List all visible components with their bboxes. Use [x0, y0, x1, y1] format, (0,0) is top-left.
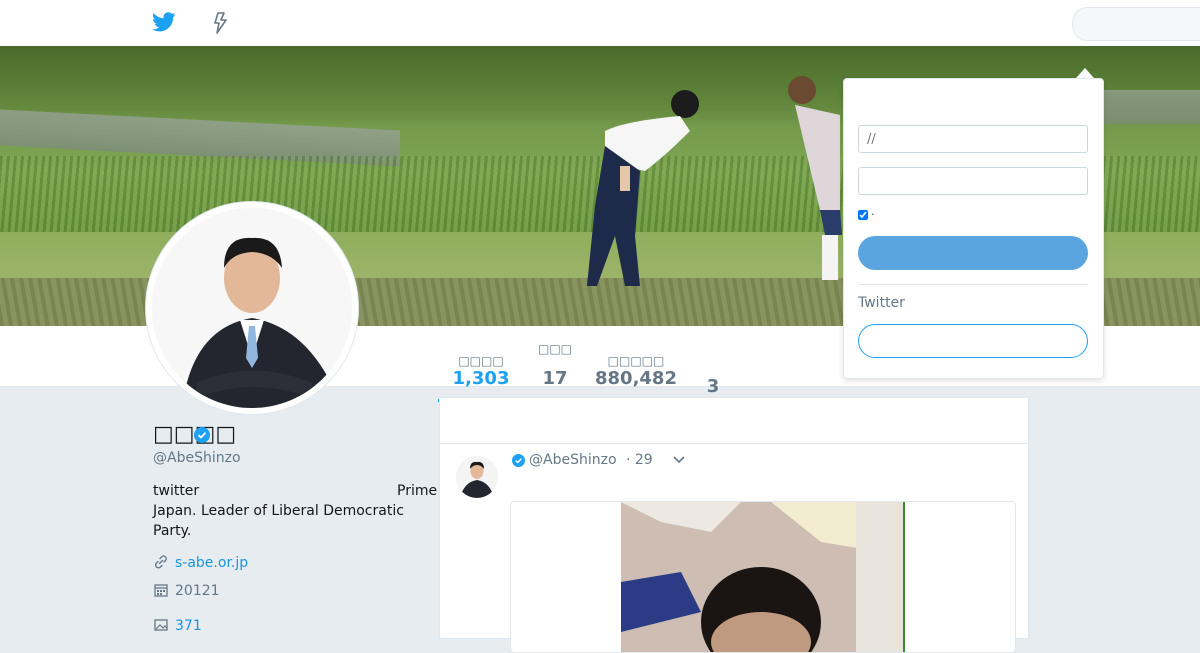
- tweet-timestamp[interactable]: · 29: [626, 452, 653, 468]
- twitter-bird-icon[interactable]: [152, 12, 176, 34]
- username-field[interactable]: [858, 125, 1088, 153]
- bio-rest: Japan. Leader of Liberal Democratic Part…: [153, 503, 404, 539]
- login-dropdown: · Twitter: [843, 78, 1104, 379]
- search-input[interactable]: [1072, 7, 1200, 41]
- stat-following[interactable]: □□□ 17: [530, 342, 580, 389]
- avatar-portrait: [152, 208, 352, 408]
- stat-tweets[interactable]: □□□□ 1,303: [448, 354, 514, 389]
- stat-likes[interactable]: 3: [700, 376, 726, 397]
- stat-label: □□□□: [458, 354, 504, 368]
- stat-label: □□□: [537, 342, 572, 356]
- link-icon: [154, 555, 167, 569]
- tweet-author-handle[interactable]: @AbeShinzo: [529, 452, 617, 468]
- profile-media: 371: [153, 617, 202, 634]
- profile-website: s-abe.or.jp: [153, 554, 248, 571]
- top-navigation-bar: [0, 0, 1200, 47]
- calendar-icon: [154, 584, 168, 597]
- tweet-author-avatar[interactable]: [456, 456, 498, 498]
- profile-bio: twitter Prime Japan. Leader of Liberal D…: [153, 481, 439, 541]
- verified-badge-icon: [512, 454, 525, 467]
- lightning-icon[interactable]: [210, 11, 230, 35]
- remember-me[interactable]: ·: [858, 210, 874, 221]
- timeline-header: [440, 398, 1028, 444]
- remember-me-label: ·: [871, 210, 875, 221]
- photo-icon: [154, 619, 168, 631]
- banner-person-bowing-2: [788, 76, 842, 280]
- tweet-timeline: @AbeShinzo · 29: [439, 397, 1029, 653]
- profile-avatar[interactable]: [146, 202, 358, 414]
- joined-date: 20121: [175, 583, 220, 599]
- new-to-twitter-text: Twitter: [858, 295, 905, 311]
- stat-value: 3: [706, 376, 720, 397]
- website-link[interactable]: s-abe.or.jp: [175, 555, 248, 571]
- media-count-link[interactable]: 371: [175, 618, 202, 634]
- stat-label: □□□□□: [607, 354, 665, 368]
- bio-first-line-end: Prime: [397, 483, 438, 499]
- dropdown-divider: [858, 284, 1088, 285]
- profile-handle[interactable]: @AbeShinzo: [153, 450, 241, 466]
- stat-value: 17: [542, 368, 568, 389]
- remember-me-checkbox[interactable]: [858, 210, 868, 220]
- dropdown-caret: [1076, 68, 1094, 78]
- signup-button[interactable]: [858, 324, 1088, 358]
- stat-followers[interactable]: □□□□□ 880,482: [592, 354, 680, 389]
- stat-value: 880,482: [595, 368, 677, 389]
- profile-joined: 20121: [153, 582, 220, 599]
- verified-badge-icon: [194, 427, 210, 443]
- banner-person-bowing: [587, 90, 699, 286]
- chevron-down-icon[interactable]: [672, 455, 686, 465]
- tweet-media[interactable]: [510, 501, 1016, 653]
- login-button[interactable]: [858, 236, 1088, 270]
- stat-value: 1,303: [452, 368, 510, 389]
- password-field[interactable]: [858, 167, 1088, 195]
